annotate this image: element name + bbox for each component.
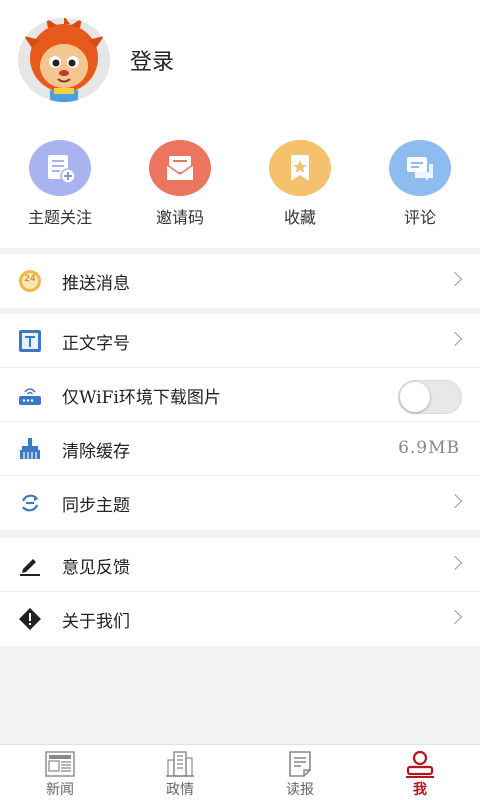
- menu-group-notifications: 24 推送消息: [0, 254, 480, 308]
- menu-item-about[interactable]: 关于我们: [0, 592, 480, 646]
- building-icon: [120, 749, 240, 779]
- favorite-icon: [269, 140, 331, 196]
- menu-label: 关于我们: [62, 612, 130, 632]
- shortcut-label: 主题关注: [27, 208, 92, 227]
- lion-mascot-icon: [24, 18, 104, 102]
- menu-item-feedback[interactable]: 意见反馈: [0, 538, 480, 592]
- menu-label: 推送消息: [62, 274, 130, 294]
- broom-icon: [18, 437, 42, 461]
- invite-code-icon: [149, 140, 211, 196]
- info-diamond-icon: [18, 607, 42, 631]
- chevron-right-icon: [447, 271, 463, 287]
- wifi-only-toggle[interactable]: [398, 380, 462, 414]
- profile-header: 登录 主题关注 邀请码 收藏 评论: [0, 0, 480, 248]
- chevron-right-icon: [447, 609, 463, 625]
- tab-label: 新闻: [46, 782, 74, 798]
- chevron-right-icon: [447, 493, 463, 509]
- shortcut-subject-follow[interactable]: 主题关注: [0, 140, 120, 240]
- pencil-icon: [18, 553, 42, 577]
- tab-read-paper[interactable]: 读报: [240, 745, 360, 800]
- menu-item-sync-topics[interactable]: 同步主题: [0, 476, 480, 530]
- menu-label: 同步主题: [62, 496, 130, 516]
- menu-label: 正文字号: [62, 334, 130, 354]
- shortcut-label: 收藏: [283, 208, 316, 227]
- menu-label: 仅WiFi环境下载图片: [62, 388, 221, 408]
- comment-icon: [389, 140, 451, 196]
- chevron-right-icon: [447, 555, 463, 571]
- tab-me[interactable]: 我: [360, 745, 480, 800]
- text-size-icon: [18, 329, 42, 353]
- tab-label: 我: [413, 782, 427, 798]
- user-icon: [360, 749, 480, 779]
- shortcut-label: 邀请码: [155, 208, 204, 227]
- shortcut-grid: 主题关注 邀请码 收藏 评论: [0, 140, 480, 240]
- avatar[interactable]: [18, 18, 110, 102]
- push-badge-count: 24: [24, 274, 36, 284]
- chevron-right-icon: [447, 331, 463, 347]
- menu-group-misc: 意见反馈 关于我们: [0, 538, 480, 646]
- tab-politics[interactable]: 政情: [120, 745, 240, 800]
- toggle-knob: [400, 382, 430, 412]
- menu-item-push[interactable]: 24 推送消息: [0, 254, 480, 308]
- tab-label: 读报: [286, 782, 314, 798]
- tab-label: 政情: [166, 782, 194, 798]
- shortcut-favorite[interactable]: 收藏: [240, 140, 360, 240]
- router-icon: [18, 383, 42, 407]
- menu-label: 意见反馈: [62, 558, 130, 578]
- menu-label: 清除缓存: [62, 442, 130, 462]
- badge-icon: 24: [18, 269, 42, 293]
- menu-item-clear-cache[interactable]: 清除缓存 6.9MB: [0, 422, 480, 476]
- document-icon: [240, 749, 360, 779]
- sync-icon: [18, 491, 42, 515]
- bottom-tab-bar: 新闻 政情 读报 我: [0, 744, 480, 800]
- subject-follow-icon: [29, 140, 91, 196]
- shortcut-invite-code[interactable]: 邀请码: [120, 140, 240, 240]
- menu-item-wifi-images: 仅WiFi环境下载图片: [0, 368, 480, 422]
- cache-size-value: 6.9MB: [398, 438, 460, 458]
- menu-group-settings: 正文字号 仅WiFi环境下载图片 清除缓存 6.9MB 同步主题: [0, 314, 480, 530]
- tab-news[interactable]: 新闻: [0, 745, 120, 800]
- shortcut-comment[interactable]: 评论: [360, 140, 480, 240]
- menu-item-font-size[interactable]: 正文字号: [0, 314, 480, 368]
- shortcut-label: 评论: [403, 208, 436, 227]
- newspaper-icon: [0, 749, 120, 779]
- login-label[interactable]: 登录: [130, 44, 174, 76]
